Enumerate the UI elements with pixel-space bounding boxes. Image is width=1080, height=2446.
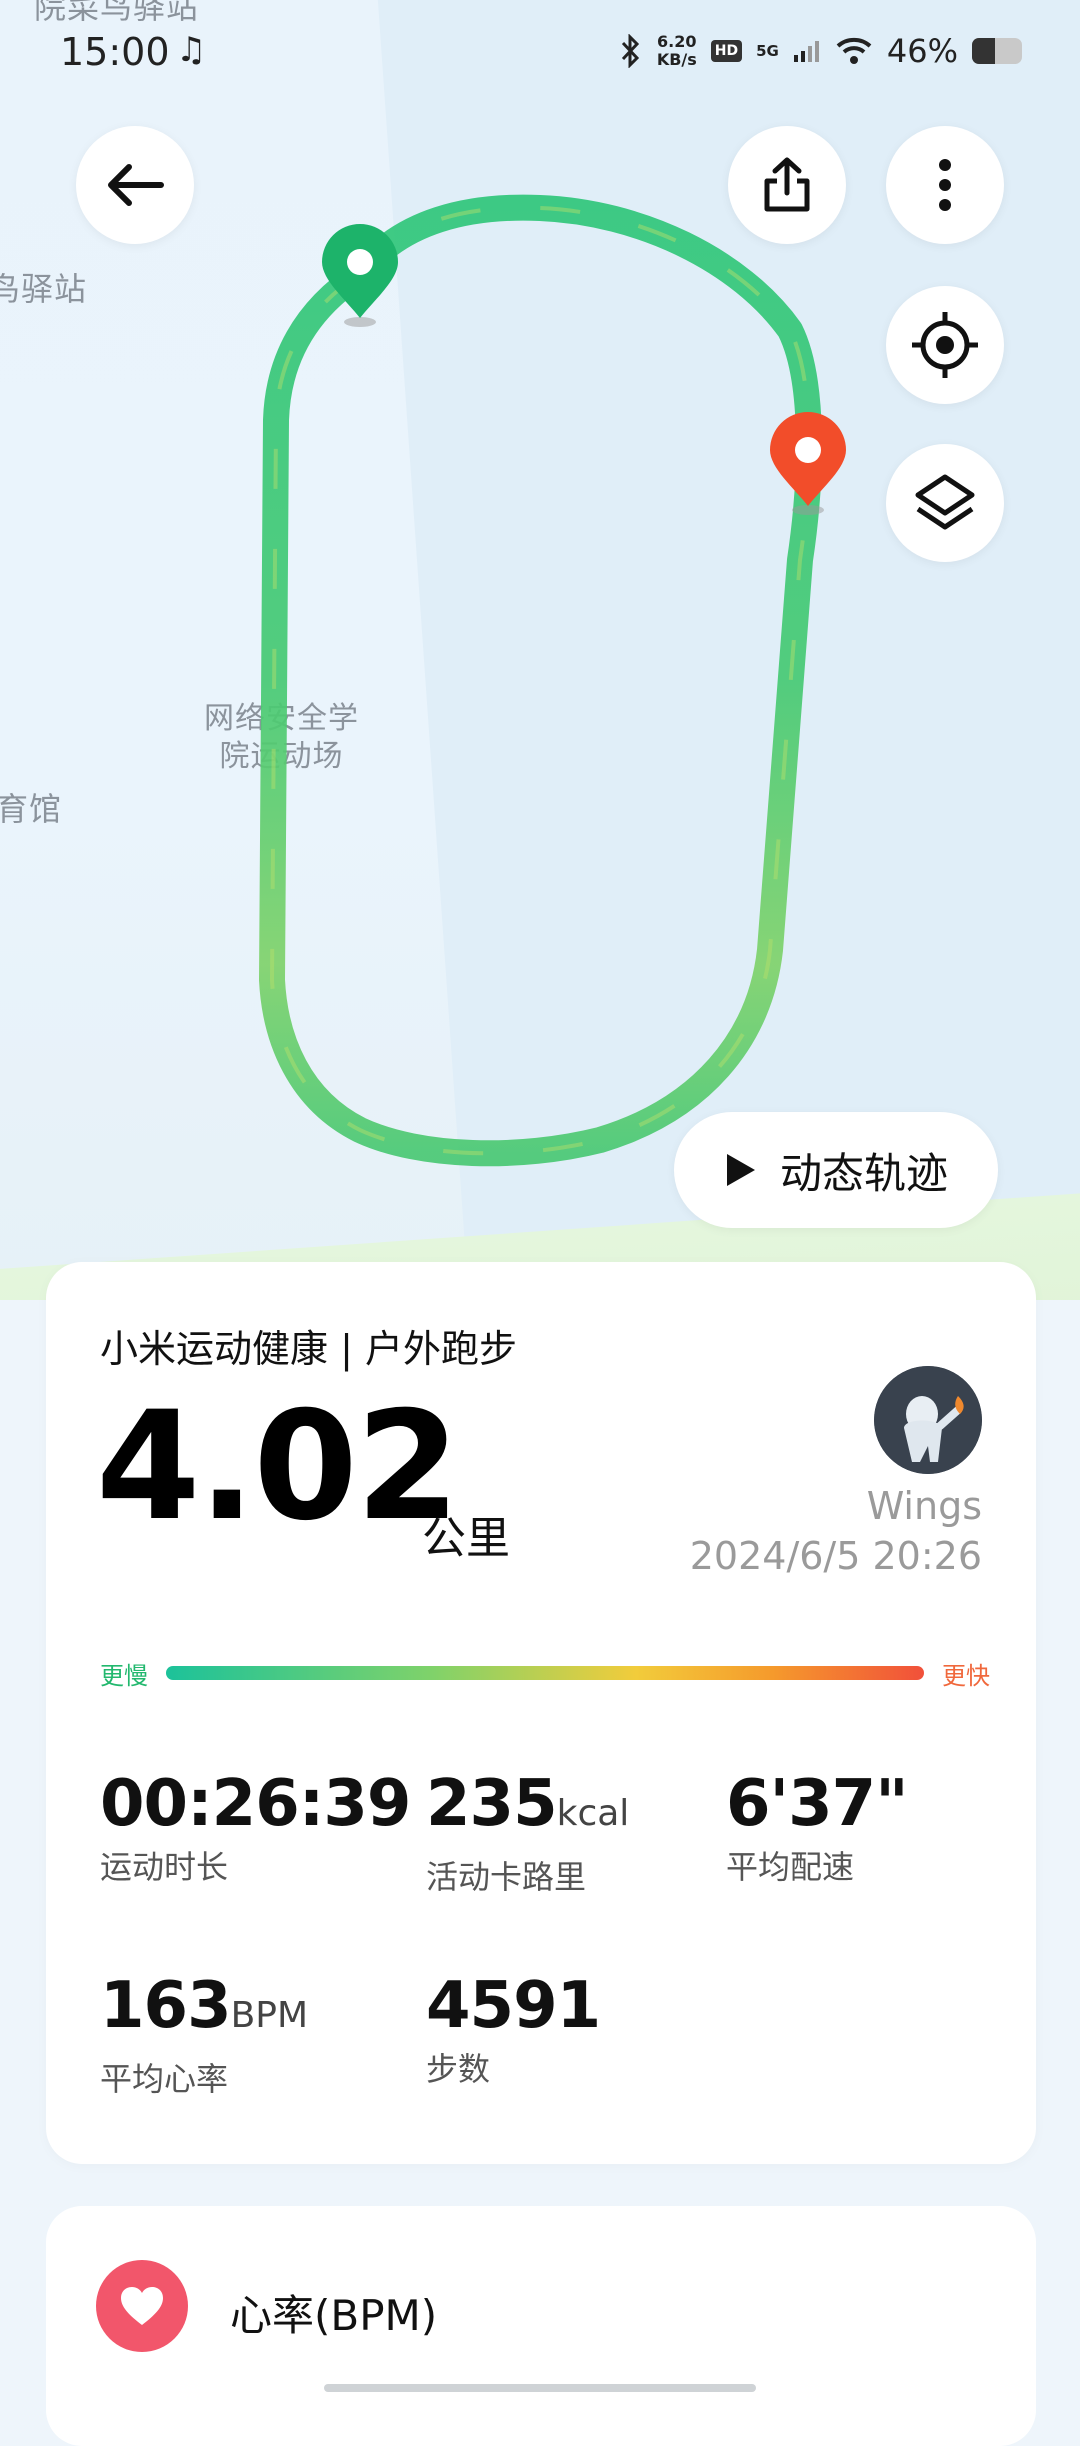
status-bar: 15:00 ♫ 6.20 KB/s HD 5G 46% [0,0,1080,110]
stat-steps-label: 步数 [426,2050,491,2088]
more-button[interactable] [886,126,1004,244]
signal-icon [793,41,819,62]
status-time: 15:00 [60,30,170,74]
workout-datetime: 2024/6/5 20:26 [689,1534,982,1578]
network-speed-value: 6.20 [657,32,697,51]
stat-heart-rate-value: 163 [100,1969,232,2043]
dynamic-track-button[interactable]: 动态轨迹 [674,1112,998,1228]
pace-fast-label: 更快 [942,1662,990,1690]
status-icons: 6.20 KB/s HD 5G 46% [619,32,1022,70]
network-type: 5G [756,42,779,60]
stat-pace-label: 平均配速 [726,1848,855,1886]
pace-slow-label: 更慢 [100,1662,148,1690]
pace-gradient-bar [166,1666,924,1680]
layers-icon [915,474,975,530]
distance-value: 4.02 [96,1380,460,1554]
share-icon [764,157,810,212]
stat-calories-unit: kcal [556,1793,630,1834]
share-button[interactable] [728,126,846,244]
stat-steps: 4591 步数 [426,1969,601,2090]
pace-legend: 更慢 更快 [100,1652,990,1692]
stat-heart-rate: 163BPM 平均心率 [100,1970,308,2100]
stat-heart-rate-label: 平均心率 [100,2060,229,2098]
route-track-path [259,194,822,1167]
heart-glyph [121,2287,163,2325]
home-indicator[interactable] [324,2384,756,2392]
stat-duration-value: 00:26:39 [100,1767,411,1841]
stat-pace-value: 6'37" [726,1767,909,1841]
stat-pace: 6'37" 平均配速 [726,1767,909,1888]
stat-calories: 235kcal 活动卡路里 [426,1768,629,1898]
stat-calories-label: 活动卡路里 [426,1858,587,1896]
more-vertical-icon [939,159,951,211]
locate-button[interactable] [886,286,1004,404]
distance-unit: 公里 [422,1513,510,1564]
play-icon [726,1154,755,1186]
back-button[interactable] [76,126,194,244]
heart-rate-title: 心率(BPM) [230,2291,438,2340]
battery-fill [972,38,995,64]
hd-badge: HD [710,40,743,62]
workout-summary-card: 小米运动健康 | 户外跑步 4.02 公里 Wings 2024/6/5 20:… [46,1262,1036,2164]
heart-rate-card[interactable]: 心率(BPM) [46,2206,1036,2446]
avatar-figure-icon [874,1366,982,1474]
bluetooth-icon [621,34,639,68]
stat-steps-value: 4591 [426,1969,601,2043]
workout-source-type: 小米运动健康 | 户外跑步 [100,1327,517,1371]
network-speed-unit: KB/s [656,50,697,69]
stat-duration-label: 运动时长 [100,1848,229,1886]
wifi-icon [836,37,872,64]
stat-heart-rate-unit: BPM [230,1995,309,2036]
locate-target-icon [912,312,978,378]
avatar[interactable] [874,1366,982,1474]
battery-percent: 46% [886,32,958,70]
heart-icon [96,2260,188,2352]
username: Wings [866,1484,982,1528]
stat-calories-value: 235 [426,1767,558,1841]
end-marker-icon [770,412,846,515]
layers-button[interactable] [886,444,1004,562]
dynamic-track-label: 动态轨迹 [779,1148,948,1198]
battery-icon [972,38,1022,64]
music-note-icon: ♫ [176,30,207,70]
arrow-left-icon [108,164,164,206]
network-speed: 6.20 KB/s [657,33,697,69]
stat-duration: 00:26:39 运动时长 [100,1767,411,1888]
